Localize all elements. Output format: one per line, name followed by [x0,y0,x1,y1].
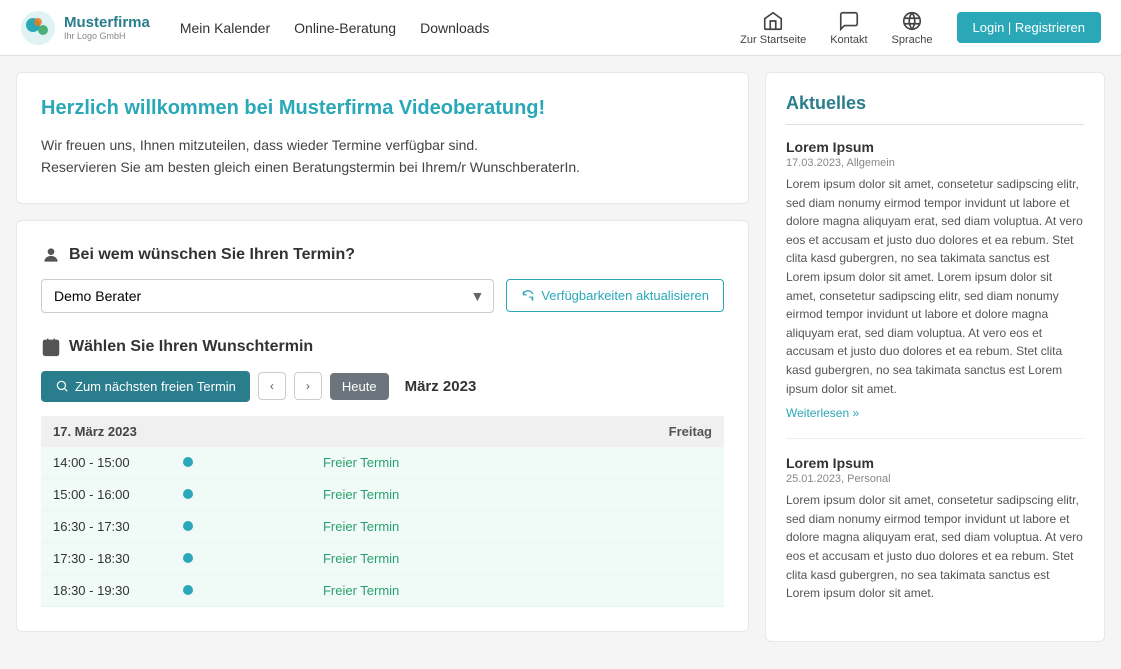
slots-table: 17. März 2023 Freitag 14:00 - 15:00 Frei… [41,416,724,607]
date-label: 17. März 2023 [41,416,311,447]
header: Musterfirma Ihr Logo GmbH Mein Kalender … [0,0,1121,56]
calendar-nav: Zum nächsten freien Termin ‹ › Heute Mär… [41,371,724,402]
availability-dot [183,521,193,531]
news-body: Lorem ipsum dolor sit amet, consetetur s… [786,175,1084,398]
home-icon [762,10,784,32]
aktuelles-box: Aktuelles Lorem Ipsum 17.03.2023, Allgem… [765,72,1105,642]
news-title: Lorem Ipsum [786,455,1084,471]
month-label: März 2023 [405,378,477,395]
main-layout: Herzlich willkommen bei Musterfirma Vide… [0,56,1121,658]
news-title: Lorem Ipsum [786,139,1084,155]
slot-dot-cell [171,510,311,542]
language-icon [901,10,923,32]
logo-text: Musterfirma Ihr Logo GmbH [64,14,150,41]
date-header-row: 17. März 2023 Freitag [41,416,724,447]
main-nav: Mein Kalender Online-Beratung Downloads [180,16,490,40]
slot-dot-cell [171,478,311,510]
aktuelles-title: Aktuelles [786,93,1084,125]
slot-dot-cell [171,447,311,479]
slot-dot-cell [171,542,311,574]
slot-status: Freier Termin [311,478,724,510]
table-row[interactable]: 18:30 - 19:30 Freier Termin [41,574,724,606]
slot-time: 17:30 - 18:30 [41,542,171,574]
advisor-section-title: Bei wem wünschen Sie Ihren Termin? [41,245,724,265]
availability-dot [183,457,193,467]
table-row[interactable]: 16:30 - 17:30 Freier Termin [41,510,724,542]
header-right: Zur Startseite Kontakt Sprache Login | R… [740,10,1101,46]
login-button[interactable]: Login | Registrieren [957,12,1102,43]
refresh-label: Verfügbarkeiten aktualisieren [541,288,709,303]
slot-time: 14:00 - 15:00 [41,447,171,479]
contact-nav-item[interactable]: Kontakt [830,10,867,46]
booking-box: Bei wem wünschen Sie Ihren Termin? Demo … [16,220,749,632]
calendar-icon [41,337,61,357]
news-container: Lorem Ipsum 17.03.2023, Allgemein Lorem … [786,139,1084,603]
slot-status: Freier Termin [311,574,724,606]
refresh-icon [521,289,535,303]
nav-online-beratung[interactable]: Online-Beratung [294,16,396,40]
slot-status: Freier Termin [311,542,724,574]
availability-dot [183,553,193,563]
contact-label: Kontakt [830,34,867,46]
welcome-text: Wir freuen uns, Ihnen mitzuteilen, dass … [41,134,724,179]
slot-time: 16:30 - 17:30 [41,510,171,542]
welcome-title: Herzlich willkommen bei Musterfirma Vide… [41,97,724,120]
left-panel: Herzlich willkommen bei Musterfirma Vide… [16,72,749,642]
find-next-label: Zum nächsten freien Termin [75,379,236,394]
prev-month-button[interactable]: ‹ [258,372,286,400]
table-row[interactable]: 15:00 - 16:00 Freier Termin [41,478,724,510]
logo-sub-text: Ihr Logo GmbH [64,31,150,41]
slot-time: 18:30 - 19:30 [41,574,171,606]
welcome-box: Herzlich willkommen bei Musterfirma Vide… [16,72,749,204]
search-icon [55,379,69,393]
slot-time: 15:00 - 16:00 [41,478,171,510]
table-row[interactable]: 14:00 - 15:00 Freier Termin [41,447,724,479]
news-item: Lorem Ipsum 25.01.2023, Personal Lorem i… [786,438,1084,603]
datetime-section-title: Wählen Sie Ihren Wunschtermin [41,337,724,357]
home-label: Zur Startseite [740,34,806,46]
logo-icon [20,10,56,46]
welcome-line1: Wir freuen uns, Ihnen mitzuteilen, dass … [41,134,724,156]
weekday-label: Freitag [311,416,724,447]
news-meta: 25.01.2023, Personal [786,473,1084,485]
slot-status: Freier Termin [311,447,724,479]
find-next-button[interactable]: Zum nächsten freien Termin [41,371,250,402]
right-panel: Aktuelles Lorem Ipsum 17.03.2023, Allgem… [765,72,1105,642]
language-label: Sprache [892,34,933,46]
advisor-select-wrapper: Demo Berater ▼ [41,279,494,313]
slot-dot-cell [171,574,311,606]
logo-company-name: Musterfirma [64,14,150,31]
news-meta: 17.03.2023, Allgemein [786,157,1084,169]
next-month-button[interactable]: › [294,372,322,400]
refresh-button[interactable]: Verfügbarkeiten aktualisieren [506,279,724,312]
news-body: Lorem ipsum dolor sit amet, consetetur s… [786,491,1084,603]
slot-status: Freier Termin [311,510,724,542]
availability-dot [183,489,193,499]
news-item: Lorem Ipsum 17.03.2023, Allgemein Lorem … [786,139,1084,420]
header-left: Musterfirma Ihr Logo GmbH Mein Kalender … [20,10,489,46]
welcome-line2: Reservieren Sie am besten gleich einen B… [41,156,724,178]
availability-dot [183,585,193,595]
advisor-row: Demo Berater ▼ Verfügbarkeiten aktualisi… [41,279,724,313]
home-nav-item[interactable]: Zur Startseite [740,10,806,46]
today-button[interactable]: Heute [330,373,389,400]
slots-body: 14:00 - 15:00 Freier Termin 15:00 - 16:0… [41,447,724,607]
nav-downloads[interactable]: Downloads [420,16,489,40]
advisor-dropdown[interactable]: Demo Berater [41,279,494,313]
logo[interactable]: Musterfirma Ihr Logo GmbH [20,10,150,46]
weiterlesen-link[interactable]: Weiterlesen » [786,406,859,420]
person-icon [41,245,61,265]
nav-mein-kalender[interactable]: Mein Kalender [180,16,270,40]
language-nav-item[interactable]: Sprache [892,10,933,46]
contact-icon [838,10,860,32]
table-row[interactable]: 17:30 - 18:30 Freier Termin [41,542,724,574]
